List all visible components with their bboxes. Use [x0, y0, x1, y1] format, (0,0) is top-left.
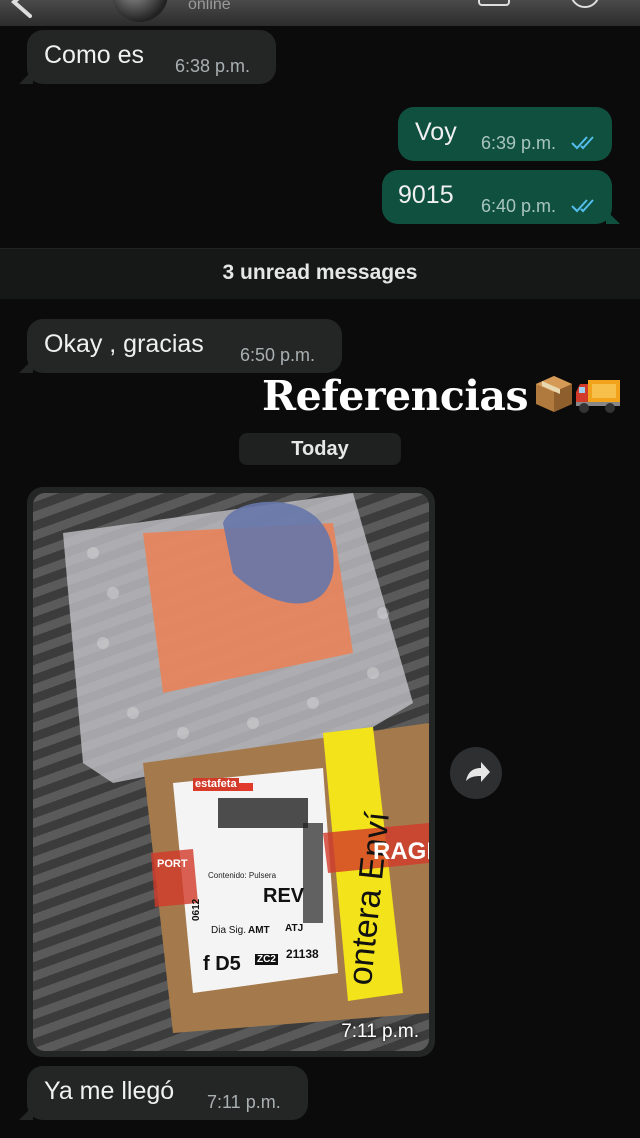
- label-text: AMT: [248, 925, 270, 936]
- message-time: 7:11 p.m.: [207, 1092, 281, 1112]
- call-icon[interactable]: [570, 0, 600, 8]
- bubble-tail: [19, 359, 33, 373]
- message-time: 6:39 p.m.: [481, 133, 557, 153]
- message-text: Okay , gracias: [44, 330, 204, 358]
- label-text: 0612: [191, 898, 202, 921]
- label-text: f D5: [203, 953, 241, 975]
- label-text: Contenido: Pulsera: [208, 871, 277, 880]
- message-time: 6:50 p.m.: [240, 345, 316, 365]
- label-text: 21138: [286, 947, 319, 961]
- date-divider: Today: [239, 433, 401, 465]
- forward-arrow-icon: [466, 762, 490, 782]
- label-text: Dia Sig.: [211, 925, 247, 936]
- label-text: PORT: [157, 858, 188, 870]
- truck-emoji-icon: [576, 380, 620, 413]
- overlay-title: Referencias: [262, 372, 529, 420]
- double-check-icon: [571, 199, 594, 213]
- label-text: REV: [263, 885, 305, 907]
- message-bubble-incoming[interactable]: Ya me llegó 7:11 p.m.: [19, 1066, 308, 1120]
- message-time: 6:38 p.m.: [175, 56, 251, 76]
- date-divider-label: Today: [291, 438, 349, 460]
- message-bubble-outgoing[interactable]: 9015 6:40 p.m.: [382, 170, 620, 224]
- package-emoji-icon: [536, 376, 572, 412]
- message-text: Como es: [44, 41, 145, 69]
- message-time: 6:40 p.m.: [481, 196, 557, 216]
- label-text: ZC2: [255, 954, 278, 965]
- double-check-icon: [571, 136, 594, 150]
- avatar[interactable]: [112, 0, 168, 22]
- chat-header: online: [0, 0, 640, 26]
- message-text: 9015: [398, 181, 454, 209]
- message-bubble-incoming[interactable]: Okay , gracias 6:50 p.m.: [19, 319, 342, 373]
- message-time: 7:11 p.m.: [341, 1021, 419, 1042]
- message-text: Voy: [415, 118, 457, 146]
- forward-button[interactable]: [450, 747, 502, 799]
- label-text: RAGIL: [373, 838, 429, 865]
- bubble-tail: [606, 210, 620, 224]
- label-text: estafeta: [193, 778, 239, 790]
- bubble-tail: [19, 70, 33, 84]
- message-text: Ya me llegó: [44, 1077, 175, 1105]
- bubble-tail: [19, 1106, 33, 1120]
- message-bubble-outgoing[interactable]: Voy 6:39 p.m.: [398, 107, 612, 161]
- label-text: ATJ: [285, 923, 304, 934]
- unread-count-label: 3 unread messages: [222, 261, 418, 284]
- photo-message[interactable]: estafeta REV f D5 21138 ZC2 AMT ATJ Dia …: [27, 487, 435, 1057]
- back-arrow-icon[interactable]: [0, 0, 40, 22]
- message-bubble-incoming[interactable]: Como es 6:38 p.m.: [19, 30, 276, 84]
- contact-status: online: [188, 0, 231, 13]
- video-call-icon[interactable]: [478, 0, 510, 6]
- unread-messages-banner: 3 unread messages: [0, 248, 640, 299]
- package-photo[interactable]: estafeta REV f D5 21138 ZC2 AMT ATJ Dia …: [33, 493, 429, 1051]
